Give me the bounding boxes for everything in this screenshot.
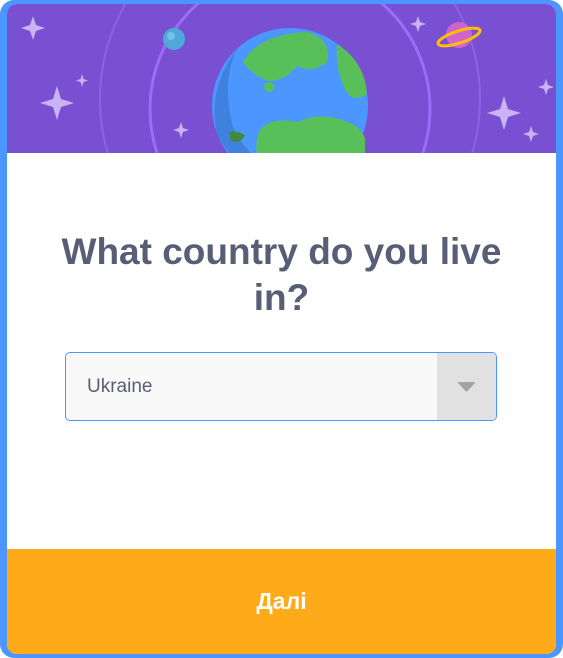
country-dialog: What country do you live in? Ukraine Дал…	[7, 4, 556, 654]
select-arrow-button[interactable]	[437, 353, 496, 420]
earth-illustration	[21, 4, 554, 153]
country-question: What country do you live in?	[61, 231, 502, 318]
next-button[interactable]: Далі	[7, 549, 556, 654]
country-select-value: Ukraine	[87, 376, 153, 397]
country-select[interactable]: Ukraine	[65, 352, 497, 421]
header-illustration	[7, 4, 556, 153]
dialog-frame: What country do you live in? Ukraine Дал…	[0, 0, 563, 658]
caret-down-icon	[457, 382, 476, 392]
dialog-body: What country do you live in? Ukraine	[7, 153, 556, 549]
